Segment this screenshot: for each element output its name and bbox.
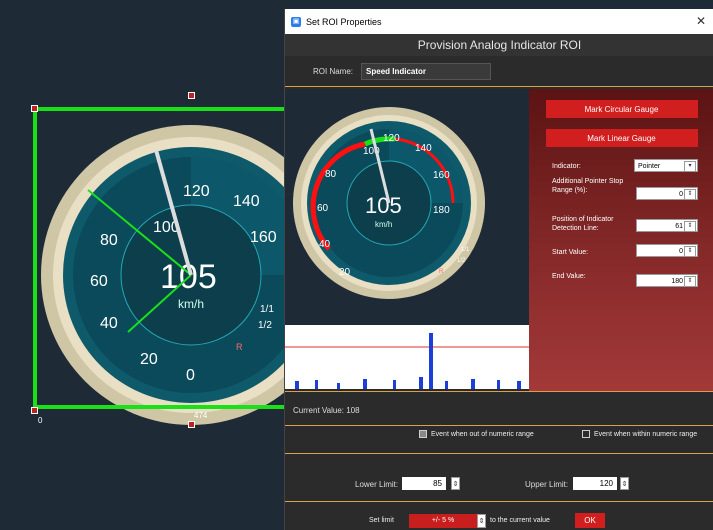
set-limit-label: Set limit (369, 517, 394, 524)
lower-limit-input[interactable]: 85 (402, 477, 446, 490)
dialog-header: Provision Analog Indicator ROI (285, 34, 713, 56)
roi-editor-area: 100 120 140 160 180 80 60 40 20 105 km/h… (285, 89, 713, 391)
end-value-input[interactable]: 180 ⇕ (636, 274, 698, 287)
end-value-value: 180 (671, 278, 683, 285)
upper-limit-input[interactable]: 120 (573, 477, 617, 490)
canvas-width-label: 474 (194, 411, 208, 420)
roi-name-label: ROI Name: (313, 66, 354, 76)
upper-limit-label: Upper Limit: (525, 480, 569, 489)
current-value-label: Current Value: (293, 406, 344, 415)
svg-text:40: 40 (319, 239, 331, 250)
roi-handle-bottom[interactable] (188, 421, 195, 428)
indicator-select[interactable]: Pointer ▾ (634, 159, 698, 172)
canvas-origin-label: 0 (38, 416, 43, 425)
svg-text:160: 160 (433, 170, 450, 181)
spinner-icon[interactable]: ⇕ (684, 246, 696, 257)
chevron-down-icon[interactable]: ▾ (684, 161, 696, 172)
roi-handle-top[interactable] (188, 92, 195, 99)
start-value-value: 0 (679, 248, 683, 255)
svg-text:1/1: 1/1 (461, 247, 470, 253)
svg-text:km/h: km/h (375, 220, 392, 229)
lower-limit-label: Lower Limit: (355, 480, 399, 489)
svg-text:80: 80 (325, 169, 337, 180)
roi-handle-top-left[interactable] (31, 105, 38, 112)
current-value: Current Value: 108 (293, 406, 360, 415)
roi-name-row: ROI Name: Speed Indicator (285, 56, 713, 86)
svg-text:1/2: 1/2 (457, 258, 466, 264)
signal-graph (285, 325, 529, 389)
separator (285, 453, 713, 454)
roi-handle-bottom-left[interactable] (31, 407, 38, 414)
close-icon[interactable]: ✕ (696, 14, 706, 28)
roi-selection-box[interactable] (33, 107, 293, 409)
set-roi-properties-dialog: ▣ Set ROI Properties ✕ Provision Analog … (284, 9, 713, 530)
checkbox-checked-icon[interactable] (419, 430, 427, 438)
separator (285, 501, 713, 502)
svg-text:180: 180 (433, 205, 450, 216)
dialog-titlebar: ▣ Set ROI Properties ✕ (285, 9, 713, 34)
roi-name-input[interactable]: Speed Indicator (361, 62, 492, 80)
event-out-of-range-label: Event when out of numeric range (431, 430, 534, 438)
current-value-number: 108 (346, 406, 360, 415)
svg-text:20: 20 (339, 267, 351, 278)
svg-text:140: 140 (415, 143, 432, 154)
svg-text:R: R (439, 269, 444, 275)
pointer-stop-value: 0 (679, 191, 683, 198)
start-value-input[interactable]: 0 ⇕ (636, 244, 698, 257)
detection-line-value: 61 (675, 223, 683, 230)
svg-text:105: 105 (365, 193, 402, 218)
spinner-icon[interactable]: ⇕ (684, 276, 696, 287)
properties-panel: Mark Circular Gauge Mark Linear Gauge In… (529, 89, 713, 391)
detection-line-label: Position of Indicator Detection Line: (552, 216, 614, 232)
end-value-label: End Value: (552, 273, 586, 280)
indicator-label: Indicator: (552, 163, 581, 170)
detection-line-input[interactable]: 61 ⇕ (636, 219, 698, 232)
pointer-stop-input[interactable]: 0 ⇕ (636, 187, 698, 200)
separator (285, 391, 713, 392)
mark-circular-gauge-button[interactable]: Mark Circular Gauge (545, 100, 698, 118)
set-limit-percent[interactable]: +/- 5 % (409, 514, 477, 528)
indicator-select-value: Pointer (638, 163, 661, 170)
app-icon: ▣ (291, 16, 301, 27)
svg-text:60: 60 (317, 203, 329, 214)
separator (285, 86, 713, 87)
mark-linear-gauge-button[interactable]: Mark Linear Gauge (545, 129, 698, 147)
start-value-label: Start Value: (552, 249, 589, 256)
event-out-of-range-option[interactable]: Event when out of numeric range (419, 430, 534, 438)
checkbox-icon[interactable] (582, 430, 590, 438)
event-within-range-label: Event when within numeric range (594, 430, 698, 438)
upper-limit-spinner-icon[interactable]: ⇕ (620, 477, 629, 490)
spinner-icon[interactable]: ⇕ (684, 189, 696, 200)
svg-text:120: 120 (383, 133, 400, 144)
ok-button[interactable]: OK (575, 513, 605, 528)
lower-limit-spinner-icon[interactable]: ⇕ (451, 477, 460, 490)
set-limit-suffix: to the current value (490, 517, 550, 524)
percent-spinner-icon[interactable]: ⇕ (477, 514, 486, 528)
separator (285, 425, 713, 426)
dialog-title: Set ROI Properties (306, 16, 382, 27)
pointer-stop-label: Additional Pointer Stop Range (%): (552, 178, 624, 194)
event-within-range-option[interactable]: Event when within numeric range (582, 430, 697, 438)
spinner-icon[interactable]: ⇕ (684, 221, 696, 232)
